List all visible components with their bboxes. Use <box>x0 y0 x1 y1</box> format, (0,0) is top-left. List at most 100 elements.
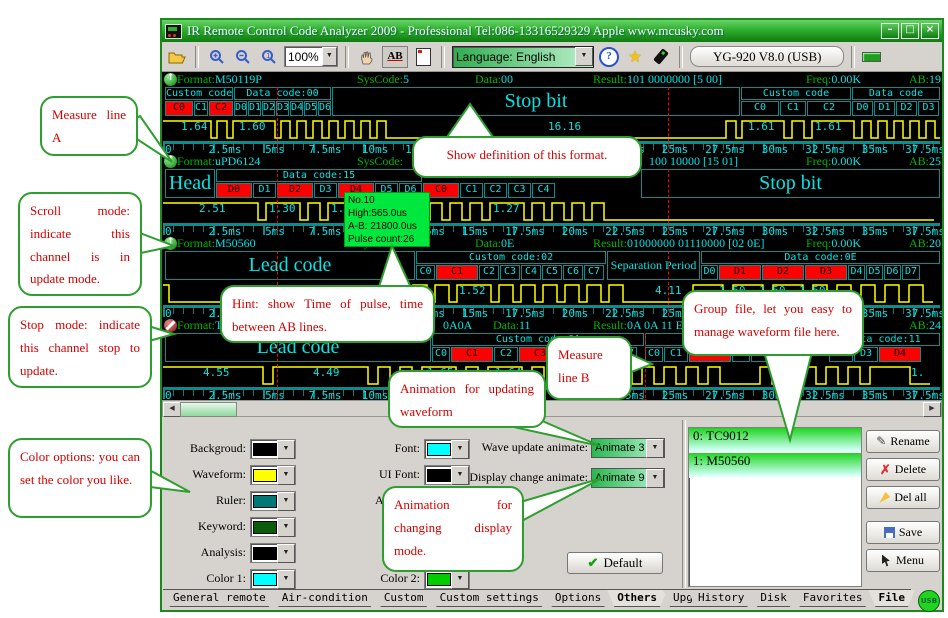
menu-button[interactable]: Menu <box>866 549 940 572</box>
tab-history[interactable]: History <box>688 590 754 607</box>
code-section: Data code:0ED0D1D2D3D4D5D6D7 <box>701 251 940 280</box>
rename-button[interactable]: ✎Rename <box>866 430 940 453</box>
bit-cell: D5 <box>866 265 883 280</box>
default-button[interactable]: ✔ Default <box>567 552 663 574</box>
open-file-button[interactable] <box>166 46 188 68</box>
favorite-button[interactable]: ★ <box>624 46 646 68</box>
scroll-mode-icon[interactable]: ↑ <box>164 155 177 168</box>
zoom-in-button[interactable] <box>206 46 228 68</box>
bit-cell: D7 <box>902 265 920 280</box>
ruler-tick-label: 10ms <box>362 389 389 400</box>
section-title: Data code:00 <box>234 87 331 100</box>
display-change-animate-combo[interactable]: Animate 9 ▼ <box>591 468 665 488</box>
tab-air-condition[interactable]: Air-condition <box>272 590 378 607</box>
file-list-item[interactable]: 0: TC9012 <box>689 428 861 453</box>
bit-cell: C0 <box>416 265 435 280</box>
bit-cell: D2 <box>262 101 275 116</box>
color-swatch <box>253 495 277 508</box>
section-label: Head <box>165 169 215 198</box>
tab-disk[interactable]: Disk <box>750 590 797 607</box>
delete-button[interactable]: ✗Delete <box>866 458 940 481</box>
tab-others[interactable]: Others <box>607 590 667 607</box>
maximize-button[interactable]: □ <box>901 23 919 39</box>
wave-value-label: 1.30 <box>269 202 296 215</box>
channel-field: Freq:0.00K <box>806 154 861 169</box>
notepad-button[interactable] <box>412 46 434 68</box>
callout-scroll-mode: Scroll mode: indicate this channel is in… <box>18 192 142 296</box>
chevron-down-icon[interactable]: ▼ <box>277 570 295 589</box>
help-button[interactable]: ? <box>598 46 620 68</box>
color-option-label: Font: <box>342 441 420 456</box>
color-combo[interactable]: ▼ <box>250 569 296 589</box>
tab-favorites[interactable]: Favorites <box>793 590 873 607</box>
callout-measure-line-b: Measure line B <box>546 336 632 400</box>
section-title: Custom code <box>741 87 851 100</box>
horizontal-scrollbar[interactable]: ◀ ▶ <box>162 400 942 417</box>
color-combo[interactable]: ▼ <box>250 465 296 485</box>
scroll-mode-icon[interactable]: ↑ <box>164 237 177 250</box>
language-combo[interactable]: Language: English ▼ <box>452 46 594 68</box>
file-list-item[interactable]: 1: M50560 <box>689 453 861 478</box>
bit-cell: C2 <box>484 183 507 198</box>
del-all-button[interactable]: Del all <box>866 486 940 509</box>
chevron-down-icon[interactable]: ▼ <box>646 469 664 488</box>
pan-hand-button[interactable] <box>356 46 378 68</box>
scroll-mode-icon[interactable]: ↑ <box>164 73 177 86</box>
tab-custom[interactable]: Custom <box>374 590 434 607</box>
bit-cell: C4 <box>521 265 541 280</box>
bit-cell: D4 <box>848 265 865 280</box>
color-combo[interactable]: ▼ <box>250 439 296 459</box>
stop-mode-icon[interactable] <box>164 319 177 332</box>
zoom-level-combo[interactable]: 100% ▼ <box>284 46 338 67</box>
chevron-down-icon[interactable]: ▼ <box>277 440 295 459</box>
zoom-actual-button[interactable]: 1 <box>258 46 280 68</box>
default-button-label: Default <box>603 555 642 571</box>
chevron-down-icon[interactable]: ▼ <box>575 47 593 66</box>
tab-custom-settings[interactable]: Custom settings <box>430 590 549 607</box>
save-button[interactable]: Save <box>866 521 940 544</box>
pulse-hint-tooltip: No.10 High:565.0us A-B: 21800.0us Pulse … <box>344 192 430 247</box>
tab-options[interactable]: Options <box>545 590 611 607</box>
color-combo[interactable]: ▼ <box>250 517 296 537</box>
color-combo[interactable]: ▼ <box>424 569 470 589</box>
ab-measure-button[interactable]: AB <box>382 46 408 68</box>
device-button[interactable]: YG-920 V8.0 (USB) <box>690 46 844 67</box>
bit-cell: C2 <box>479 265 499 280</box>
color-combo[interactable]: ▼ <box>250 543 296 563</box>
bit-cell: D3 <box>314 183 337 198</box>
bit-cell: C6 <box>563 265 583 280</box>
ruler-tick-label: 27.5ms <box>705 389 745 400</box>
chevron-down-icon[interactable]: ▼ <box>646 439 664 458</box>
channel-field: Freq:0.00K <box>806 236 861 251</box>
bit-cell: C0 <box>432 347 450 362</box>
chevron-down-icon[interactable]: ▼ <box>277 492 295 511</box>
bit-cell: C2 <box>209 101 233 116</box>
wave-update-animate-label: Wave update animate: <box>430 440 588 455</box>
file-list[interactable]: 0: TC90121: M50560 <box>688 427 862 587</box>
scrollbar-thumb[interactable] <box>180 402 237 417</box>
tab-general-remote[interactable]: General remote <box>163 590 276 607</box>
remote-button[interactable] <box>650 46 672 68</box>
minimize-button[interactable]: – <box>881 23 899 39</box>
chevron-down-icon[interactable]: ▼ <box>277 466 295 485</box>
check-icon: ✔ <box>588 555 599 571</box>
ruler-tick-label: 30ms <box>762 389 789 400</box>
wave-update-animate-combo[interactable]: Animate 3 ▼ <box>591 438 665 458</box>
chevron-down-icon[interactable]: ▼ <box>277 518 295 537</box>
scroll-right-icon[interactable]: ▶ <box>923 402 941 417</box>
chevron-down-icon[interactable]: ▼ <box>451 570 469 589</box>
channel-field: Format:uPD6124 <box>177 154 260 169</box>
scroll-left-icon[interactable]: ◀ <box>163 402 181 417</box>
chevron-down-icon[interactable]: ▼ <box>277 544 295 563</box>
color-combo[interactable]: ▼ <box>250 491 296 511</box>
section-title: Custom code:02 <box>416 251 606 264</box>
wave-value-label: 1.61 <box>748 120 775 133</box>
color-option-label: UI Font: <box>342 467 420 482</box>
ruler-tick-label: 37.5ms <box>905 389 942 400</box>
color-swatch <box>253 469 277 482</box>
tab-file[interactable]: File <box>868 590 915 607</box>
bit-cell: D0 <box>852 101 873 116</box>
zoom-out-button[interactable] <box>232 46 254 68</box>
close-button[interactable]: × <box>921 23 939 39</box>
chevron-down-icon[interactable]: ▼ <box>322 47 337 66</box>
